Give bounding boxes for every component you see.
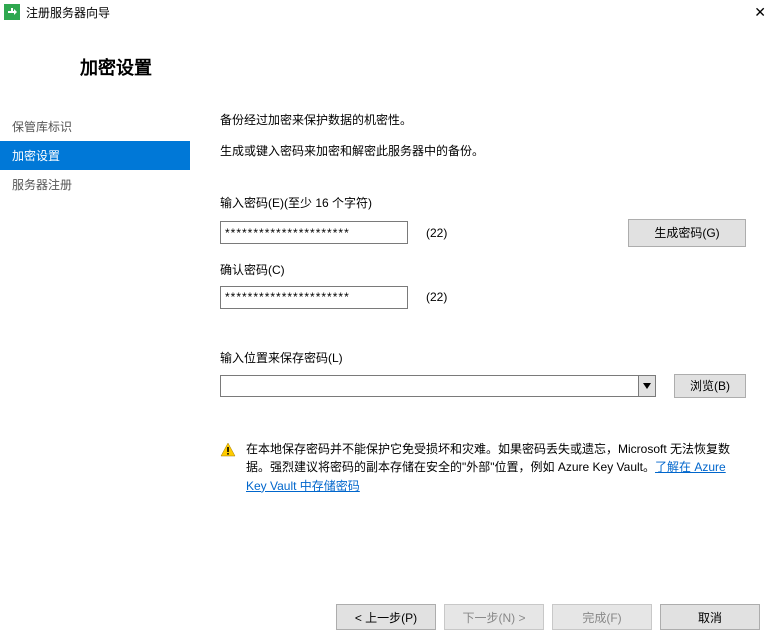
generate-pass-button[interactable]: 生成密码(G) <box>628 219 746 247</box>
next-button: 下一步(N) > <box>444 604 544 630</box>
enter-pass-label: 输入密码(E)(至少 16 个字符) <box>220 194 746 211</box>
sidebar-item-vault-id[interactable]: 保管库标识 <box>0 112 190 141</box>
page-title: 加密设置 <box>0 24 776 108</box>
confirm-pass-input[interactable] <box>220 286 408 309</box>
app-icon <box>4 4 20 20</box>
description-line-1: 备份经过加密来保护数据的机密性。 <box>220 112 746 129</box>
warning-icon <box>220 442 236 458</box>
sidebar-item-encryption[interactable]: 加密设置 <box>0 141 190 170</box>
confirm-pass-count: (22) <box>426 290 447 304</box>
enter-pass-input[interactable] <box>220 221 408 244</box>
warning-text: 在本地保存密码并不能保护它免受损坏和灾难。如果密码丢失或遗忘，Microsoft… <box>246 440 736 496</box>
window-title: 注册服务器向导 <box>26 4 110 21</box>
location-label: 输入位置来保存密码(L) <box>220 349 746 366</box>
wizard-content: 备份经过加密来保护数据的机密性。 生成或键入密码来加密和解密此服务器中的备份。 … <box>190 112 776 590</box>
cancel-button[interactable]: 取消 <box>660 604 760 630</box>
wizard-footer: < 上一步(P) 下一步(N) > 完成(F) 取消 <box>336 604 760 630</box>
close-icon[interactable]: ✕ <box>750 4 770 21</box>
finish-button: 完成(F) <box>552 604 652 630</box>
sidebar-item-server-reg[interactable]: 服务器注册 <box>0 170 190 199</box>
titlebar: 注册服务器向导 ✕ <box>0 0 776 24</box>
chevron-down-icon[interactable] <box>638 376 655 396</box>
warning-block: 在本地保存密码并不能保护它免受损坏和灾难。如果密码丢失或遗忘，Microsoft… <box>220 440 736 496</box>
wizard-steps-sidebar: 保管库标识 加密设置 服务器注册 <box>0 112 190 590</box>
description-line-2: 生成或键入密码来加密和解密此服务器中的备份。 <box>220 143 746 160</box>
wizard-body: 保管库标识 加密设置 服务器注册 备份经过加密来保护数据的机密性。 生成或键入密… <box>0 112 776 590</box>
enter-pass-count: (22) <box>426 226 447 240</box>
confirm-pass-label: 确认密码(C) <box>220 261 746 278</box>
location-combobox[interactable] <box>220 375 656 397</box>
location-input[interactable] <box>221 376 638 396</box>
back-button[interactable]: < 上一步(P) <box>336 604 436 630</box>
browse-button[interactable]: 浏览(B) <box>674 374 746 398</box>
